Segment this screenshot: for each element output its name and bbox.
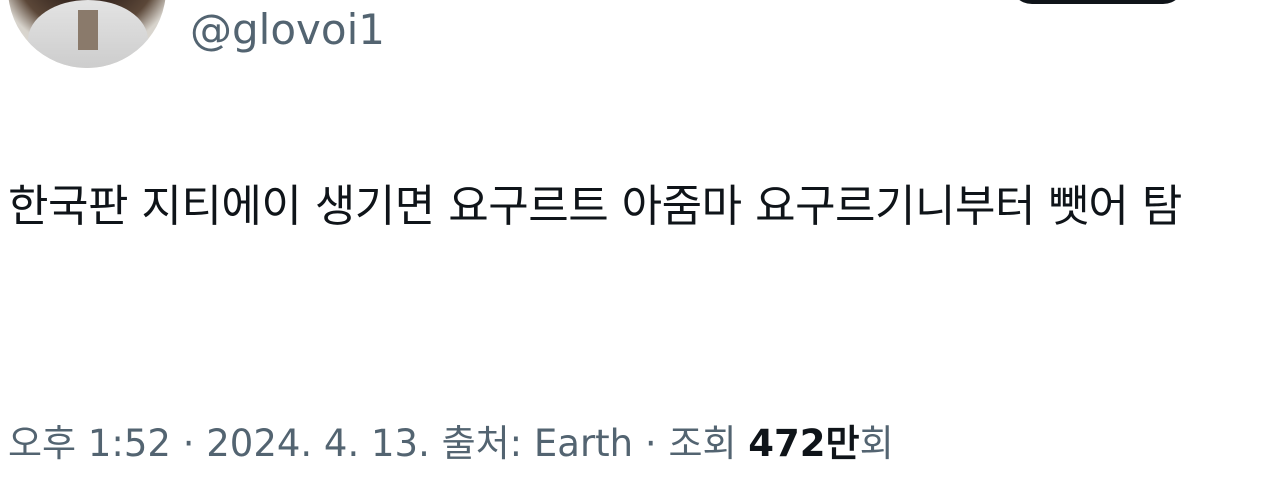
tweet-text: 한국판 지티에이 생기면 요구르트 아줌마 요구르기니부터 뺏어 탐: [8, 181, 1182, 232]
views-label: 조회: [668, 422, 749, 465]
meta-separator: ·: [170, 422, 207, 465]
tweet-time[interactable]: 오후 1:52: [8, 422, 171, 465]
tweet-meta: 오후 1:52 · 2024. 4. 13. 출처: Earth · 조회 47…: [8, 420, 894, 468]
avatar[interactable]: [8, 0, 166, 68]
source-label: 출처:: [429, 422, 534, 465]
views-suffix: 회: [859, 422, 894, 465]
views-count: 472만: [748, 422, 860, 465]
tweet-date[interactable]: 2024. 4. 13.: [206, 422, 430, 465]
source-name: Earth: [533, 422, 634, 465]
user-handle[interactable]: @glovoi1: [190, 6, 385, 54]
follow-button[interactable]: [1010, 0, 1185, 4]
meta-separator: ·: [633, 422, 669, 465]
tweet-card: @glovoi1 한국판 지티에이 생기면 요구르트 아줌마 요구르기니부터 뺏…: [0, 0, 1280, 482]
avatar-collar: [78, 10, 98, 50]
